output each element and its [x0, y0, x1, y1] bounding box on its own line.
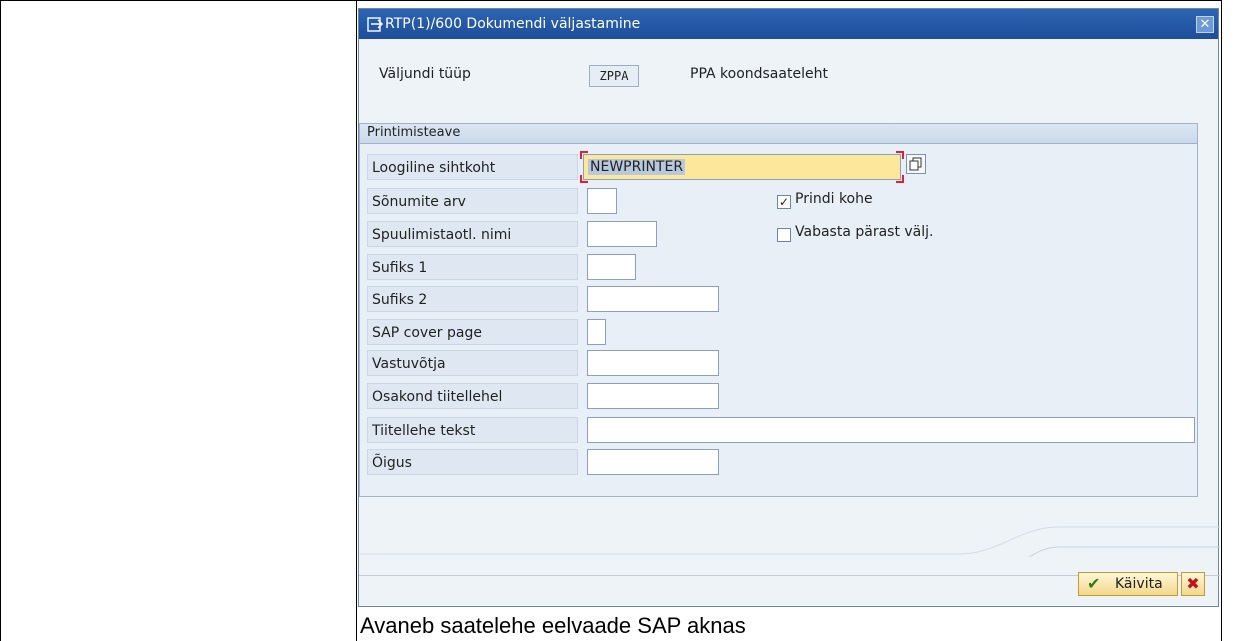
copy-icon[interactable] — [906, 154, 926, 174]
authorization-input[interactable] — [587, 449, 719, 475]
output-type-value: ZPPA — [589, 65, 639, 87]
dialog-titlebar[interactable]: RTP(1)/600 Dokumendi väljastamine ✕ — [359, 9, 1218, 39]
dialog-app-icon — [367, 9, 383, 39]
label-recipient: Vastuvõtja — [367, 350, 578, 376]
message-count-input[interactable] — [587, 188, 617, 214]
execute-label: Käivita — [1115, 576, 1163, 592]
cover-text-input[interactable] — [587, 417, 1195, 443]
recipient-input[interactable] — [587, 350, 719, 376]
dialog-title: RTP(1)/600 Dokumendi väljastamine — [385, 16, 641, 32]
label-message-count: Sõnumite arv — [367, 188, 578, 214]
label-spool-request-name: Spuulimistaotl. nimi — [367, 221, 578, 247]
table-left-border — [0, 0, 1, 641]
department-input[interactable] — [587, 383, 719, 409]
suffix-2-input[interactable] — [587, 286, 719, 312]
table-middle-border — [356, 0, 357, 641]
label-suffix-2: Sufiks 2 — [367, 286, 578, 312]
close-icon[interactable]: ✕ — [1196, 16, 1214, 33]
footer-divider — [359, 526, 1220, 557]
spool-request-name-input[interactable] — [587, 221, 657, 247]
output-type-description: PPA koondsaateleht — [690, 66, 828, 82]
label-authorization: Õigus — [367, 449, 578, 475]
sap-cover-page-input[interactable] — [587, 319, 606, 345]
group-header: Printimisteave — [360, 124, 1197, 144]
document-caption: Avaneb saatelehe eelvaade SAP aknas — [360, 613, 746, 638]
focus-corner-tl — [580, 151, 588, 159]
output-type-label: Väljundi tüüp — [379, 66, 471, 82]
print-dialog: RTP(1)/600 Dokumendi väljastamine ✕ Välj… — [358, 8, 1220, 607]
label-cover-text: Tiitellehe tekst — [367, 417, 578, 443]
label-logical-destination: Loogiline sihtkoht — [367, 154, 578, 180]
logical-destination-value: NEWPRINTER — [588, 155, 686, 179]
selected-text: NEWPRINTER — [588, 159, 686, 175]
checkmark-icon: ✔ — [1087, 574, 1101, 593]
group-title: Printimisteave — [367, 125, 461, 140]
focus-corner-tr — [896, 151, 904, 159]
execute-button[interactable]: ✔ Käivita — [1078, 572, 1178, 596]
release-after-output-checkbox[interactable] — [777, 228, 791, 242]
label-suffix-1: Sufiks 1 — [367, 254, 578, 280]
print-immediately-label: Prindi kohe — [795, 191, 873, 207]
suffix-1-input[interactable] — [587, 254, 636, 280]
logical-destination-input[interactable]: NEWPRINTER — [580, 151, 904, 183]
table-right-border — [1221, 0, 1222, 641]
table-top-border — [0, 0, 1222, 1]
print-immediately-checkbox[interactable]: ✓ — [777, 195, 791, 209]
label-sap-cover-page: SAP cover page — [367, 319, 578, 345]
focus-corner-br — [896, 175, 904, 183]
release-after-output-label: Vabasta pärast välj. — [795, 224, 934, 240]
focus-corner-bl — [580, 175, 588, 183]
label-department: Osakond tiitellehel — [367, 383, 578, 409]
cancel-icon[interactable]: ✖ — [1181, 572, 1205, 596]
